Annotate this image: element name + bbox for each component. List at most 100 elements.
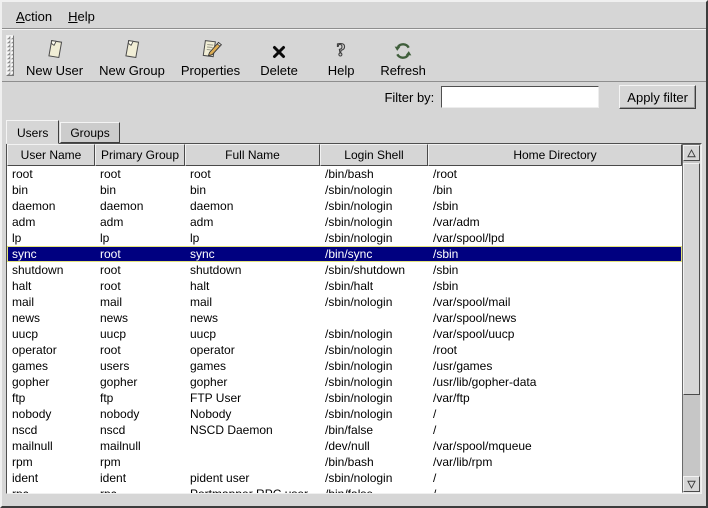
table-row[interactable]: gamesusersgames/sbin/nologin/usr/games bbox=[7, 358, 682, 374]
cell-primary-group: mail bbox=[95, 294, 185, 310]
menu-help[interactable]: Help bbox=[62, 6, 105, 27]
column-header-login-shell[interactable]: Login Shell bbox=[320, 144, 428, 166]
toolbar-button-label: Delete bbox=[260, 63, 298, 78]
cell-primary-group: gopher bbox=[95, 374, 185, 390]
cell-user-name: root bbox=[7, 166, 95, 182]
column-header-full-name[interactable]: Full Name bbox=[185, 144, 320, 166]
scroll-down-button[interactable] bbox=[683, 476, 700, 492]
scrollbar-thumb[interactable] bbox=[683, 163, 700, 395]
new-group-button[interactable]: New Group bbox=[94, 32, 170, 79]
cell-primary-group: users bbox=[95, 358, 185, 374]
table-body: rootrootroot/bin/bash/rootbinbinbin/sbin… bbox=[7, 166, 682, 493]
table-row[interactable]: identidentpident user/sbin/nologin/ bbox=[7, 470, 682, 486]
cell-primary-group: adm bbox=[95, 214, 185, 230]
cell-home-directory: /sbin bbox=[428, 198, 682, 214]
filter-bar: Filter by: Apply filter bbox=[2, 82, 706, 116]
cell-full-name: shutdown bbox=[185, 262, 320, 278]
cell-full-name: NSCD Daemon bbox=[185, 422, 320, 438]
refresh-button[interactable]: Refresh bbox=[375, 32, 431, 79]
scroll-up-arrow-icon bbox=[687, 149, 696, 158]
column-header-primary-group[interactable]: Primary Group bbox=[95, 144, 185, 166]
cell-full-name: daemon bbox=[185, 198, 320, 214]
cell-full-name: bin bbox=[185, 182, 320, 198]
cell-home-directory: /var/adm bbox=[428, 214, 682, 230]
table-row[interactable]: uucpuucpuucp/sbin/nologin/var/spool/uucp bbox=[7, 326, 682, 342]
cell-home-directory: /var/spool/uucp bbox=[428, 326, 682, 342]
cell-login-shell: /sbin/nologin bbox=[320, 406, 428, 422]
cell-primary-group: rpm bbox=[95, 454, 185, 470]
cell-home-directory: /var/spool/lpd bbox=[428, 230, 682, 246]
help-button[interactable]: ?Help bbox=[313, 32, 369, 79]
table-row[interactable]: rpmrpm/bin/bash/var/lib/rpm bbox=[7, 454, 682, 470]
cell-full-name: root bbox=[185, 166, 320, 182]
table-row[interactable]: operatorrootoperator/sbin/nologin/root bbox=[7, 342, 682, 358]
filter-input[interactable] bbox=[441, 86, 599, 108]
table-row[interactable]: nobodynobodyNobody/sbin/nologin/ bbox=[7, 406, 682, 422]
delete-button[interactable]: Delete bbox=[251, 32, 307, 79]
cell-home-directory: / bbox=[428, 470, 682, 486]
cell-user-name: mailnull bbox=[7, 438, 95, 454]
cell-user-name: rpm bbox=[7, 454, 95, 470]
cell-home-directory: /root bbox=[428, 166, 682, 182]
cell-login-shell: /sbin/nologin bbox=[320, 342, 428, 358]
tab-users[interactable]: Users bbox=[6, 120, 59, 144]
cell-full-name: gopher bbox=[185, 374, 320, 390]
apply-filter-button[interactable]: Apply filter bbox=[619, 85, 696, 109]
cell-login-shell: /sbin/nologin bbox=[320, 198, 428, 214]
table-row[interactable]: gophergophergopher/sbin/nologin/usr/lib/… bbox=[7, 374, 682, 390]
cell-user-name: uucp bbox=[7, 326, 95, 342]
column-header-home-directory[interactable]: Home Directory bbox=[428, 144, 682, 166]
scroll-up-button[interactable] bbox=[683, 145, 700, 161]
cell-home-directory: / bbox=[428, 406, 682, 422]
tab-groups[interactable]: Groups bbox=[60, 122, 119, 143]
cell-home-directory: /var/ftp bbox=[428, 390, 682, 406]
menu-action[interactable]: Action bbox=[10, 6, 62, 27]
cell-user-name: shutdown bbox=[7, 262, 95, 278]
cell-home-directory: /var/spool/news bbox=[428, 310, 682, 326]
cell-user-name: gopher bbox=[7, 374, 95, 390]
table-row[interactable]: newsnewsnews/var/spool/news bbox=[7, 310, 682, 326]
cell-primary-group: root bbox=[95, 342, 185, 358]
table-row[interactable]: nscdnscdNSCD Daemon/bin/false/ bbox=[7, 422, 682, 438]
cell-home-directory: / bbox=[428, 486, 682, 493]
users-table-main: User NamePrimary GroupFull NameLogin She… bbox=[7, 144, 682, 493]
table-row-selected[interactable]: syncrootsync/bin/sync/sbin bbox=[7, 246, 682, 262]
table-row[interactable]: lplplp/sbin/nologin/var/spool/lpd bbox=[7, 230, 682, 246]
table-row[interactable]: mailnullmailnull/dev/null/var/spool/mque… bbox=[7, 438, 682, 454]
cell-primary-group: bin bbox=[95, 182, 185, 198]
cell-home-directory: /sbin bbox=[428, 246, 682, 262]
table-row[interactable]: ftpftpFTP User/sbin/nologin/var/ftp bbox=[7, 390, 682, 406]
table-row[interactable]: mailmailmail/sbin/nologin/var/spool/mail bbox=[7, 294, 682, 310]
cell-login-shell: /sbin/shutdown bbox=[320, 262, 428, 278]
table-row[interactable]: admadmadm/sbin/nologin/var/adm bbox=[7, 214, 682, 230]
toolbar-drag-handle[interactable] bbox=[6, 35, 14, 76]
cell-user-name: adm bbox=[7, 214, 95, 230]
new-user-button[interactable]: New User bbox=[21, 32, 88, 79]
scrollbar-track[interactable] bbox=[683, 161, 700, 476]
cell-user-name: mail bbox=[7, 294, 95, 310]
table-row[interactable]: rpcrpcPortmapper RPC user/bin/false/ bbox=[7, 486, 682, 493]
cell-full-name: Nobody bbox=[185, 406, 320, 422]
cell-primary-group: root bbox=[95, 166, 185, 182]
table-row[interactable]: binbinbin/sbin/nologin/bin bbox=[7, 182, 682, 198]
cell-login-shell: /sbin/nologin bbox=[320, 230, 428, 246]
cell-full-name: sync bbox=[185, 246, 320, 262]
properties-button[interactable]: Properties bbox=[176, 32, 245, 79]
cell-login-shell: /sbin/halt bbox=[320, 278, 428, 294]
cell-full-name bbox=[185, 438, 320, 454]
cell-login-shell: /sbin/nologin bbox=[320, 326, 428, 342]
table-row[interactable]: daemondaemondaemon/sbin/nologin/sbin bbox=[7, 198, 682, 214]
vertical-scrollbar[interactable] bbox=[682, 144, 701, 493]
cell-login-shell: /sbin/nologin bbox=[320, 182, 428, 198]
table-row[interactable]: rootrootroot/bin/bash/root bbox=[7, 166, 682, 182]
delete-icon bbox=[269, 35, 289, 62]
cell-primary-group: ftp bbox=[95, 390, 185, 406]
cell-login-shell: /dev/null bbox=[320, 438, 428, 454]
column-header-user-name[interactable]: User Name bbox=[7, 144, 95, 166]
table-row[interactable]: haltroothalt/sbin/halt/sbin bbox=[7, 278, 682, 294]
cell-login-shell: /sbin/nologin bbox=[320, 214, 428, 230]
cell-user-name: operator bbox=[7, 342, 95, 358]
table-row[interactable]: shutdownrootshutdown/sbin/shutdown/sbin bbox=[7, 262, 682, 278]
cell-login-shell bbox=[320, 310, 428, 326]
cell-primary-group: lp bbox=[95, 230, 185, 246]
